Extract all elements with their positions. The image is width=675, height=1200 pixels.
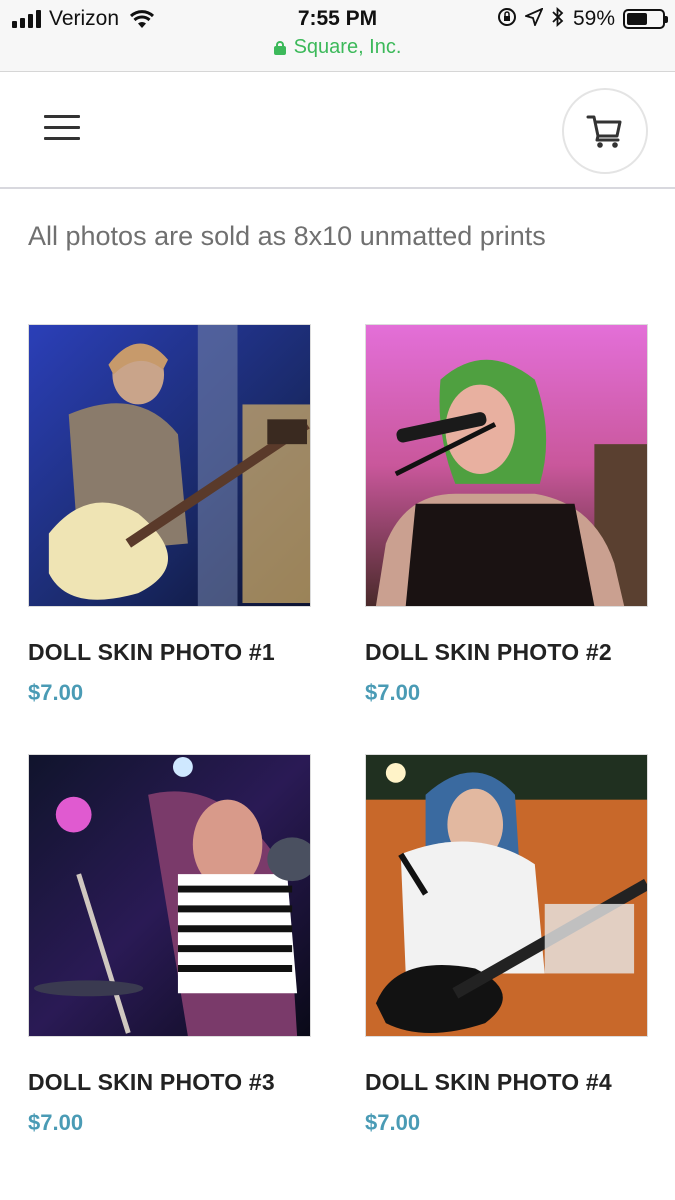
product-price: $7.00 xyxy=(28,680,84,705)
product-card[interactable]: DOLL SKIN PHOTO #3 $7.00 xyxy=(28,754,311,1136)
location-icon xyxy=(523,6,544,31)
site-header xyxy=(0,73,675,189)
product-price: $7.00 xyxy=(365,680,421,705)
hamburger-menu-icon[interactable] xyxy=(44,115,80,143)
cart-button[interactable] xyxy=(562,88,648,174)
product-title[interactable]: DOLL SKIN PHOTO #2 xyxy=(365,639,648,666)
intro-text: All photos are sold as 8x10 unmatted pri… xyxy=(28,221,546,251)
product-photo[interactable] xyxy=(365,754,648,1037)
cart-icon xyxy=(586,115,622,148)
url-text: Square, Inc. xyxy=(293,36,402,58)
lock-icon xyxy=(273,40,286,55)
product-title[interactable]: DOLL SKIN PHOTO #4 xyxy=(365,1069,648,1096)
product-price: $7.00 xyxy=(28,1110,84,1135)
product-photo[interactable] xyxy=(365,324,648,607)
product-card[interactable]: DOLL SKIN PHOTO #2 $7.00 xyxy=(365,324,648,706)
bluetooth-icon xyxy=(551,6,565,32)
product-price: $7.00 xyxy=(365,1110,421,1135)
product-title[interactable]: DOLL SKIN PHOTO #1 xyxy=(28,639,311,666)
product-photo[interactable] xyxy=(28,754,311,1037)
product-title[interactable]: DOLL SKIN PHOTO #3 xyxy=(28,1069,311,1096)
battery-percent: 59% xyxy=(572,7,615,30)
rotation-lock-icon xyxy=(497,7,517,32)
status-bar: Verizon 7:55 PM 59% Square, Inc. xyxy=(0,0,675,72)
product-card[interactable]: DOLL SKIN PHOTO #4 $7.00 xyxy=(365,754,648,1136)
status-right: 59% xyxy=(497,6,668,32)
url-bar[interactable]: Square, Inc. xyxy=(0,36,675,59)
battery-icon xyxy=(623,9,668,29)
product-photo[interactable] xyxy=(28,324,311,607)
product-card[interactable]: DOLL SKIN PHOTO #1 $7.00 xyxy=(28,324,311,706)
